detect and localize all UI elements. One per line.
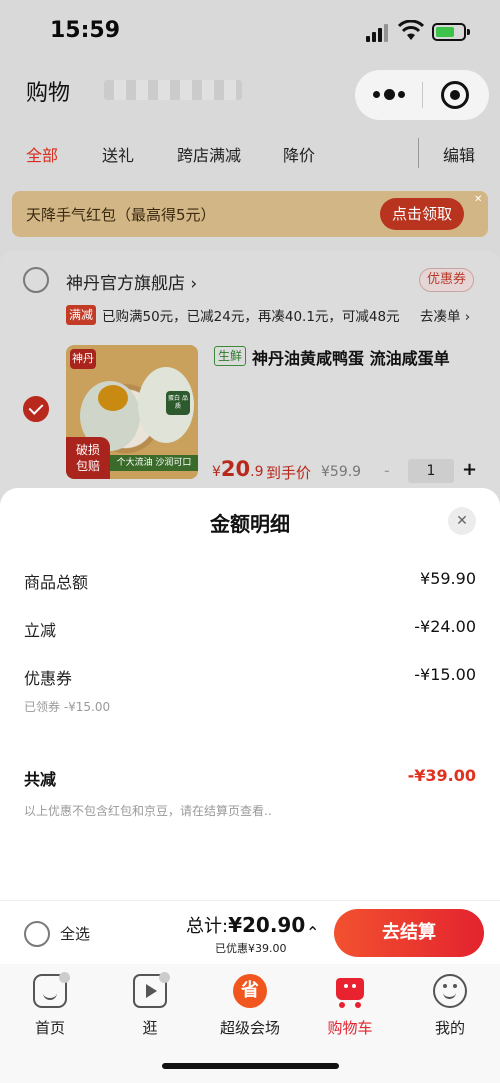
price-decimal: .9 bbox=[250, 464, 264, 480]
product-price: ¥20.9 bbox=[212, 457, 264, 481]
tab-price-drop[interactable]: 降价 bbox=[283, 142, 315, 166]
tab-gift[interactable]: 送礼 bbox=[102, 142, 134, 166]
close-icon[interactable]: ✕ bbox=[448, 507, 476, 535]
page-title: 购物 bbox=[26, 81, 71, 106]
select-all-label[interactable]: 全选 bbox=[60, 923, 90, 944]
yolk-shape bbox=[98, 385, 128, 411]
disclaimer-text: 以上优惠不包含红包和京豆，请在结算页查看.. bbox=[24, 804, 272, 818]
tab-super-venue[interactable]: 省 超级会场 bbox=[200, 974, 300, 1038]
play-icon bbox=[133, 972, 170, 1008]
quality-seal: 蛋白 品质 bbox=[166, 391, 190, 415]
tab-cross-store[interactable]: 跨店满减 bbox=[177, 142, 241, 166]
tab-all[interactable]: 全部 bbox=[26, 142, 58, 166]
fresh-tag: 生鲜 bbox=[214, 346, 247, 366]
shop-name[interactable]: 神丹官方旗舰店 › bbox=[66, 269, 197, 294]
quantity-increase-button[interactable]: + bbox=[462, 459, 477, 480]
gather-order-link[interactable]: 去凑单 › bbox=[420, 305, 470, 325]
cart-tabs: 全部 送礼 跨店满减 降价 编辑 bbox=[0, 130, 500, 174]
total-value: ¥20.90 bbox=[228, 913, 306, 937]
miniprogram-capsule[interactable] bbox=[355, 70, 489, 120]
promo-text: 已购满50元，已减24元，再凑40.1元，可减48元 bbox=[102, 309, 400, 325]
coupon-value: -¥15.00 bbox=[414, 665, 476, 684]
home-indicator bbox=[162, 1063, 339, 1069]
shop-card: 神丹官方旗舰店 › 优惠券 满减 已购满50元，已减24元，再凑40.1元，可减… bbox=[0, 251, 500, 511]
battery-icon bbox=[432, 23, 466, 41]
total-discount-value: -¥39.00 bbox=[407, 766, 476, 785]
tab-home[interactable]: 首页 bbox=[0, 972, 100, 1038]
price-currency: ¥ bbox=[212, 464, 221, 480]
sheet-title: 金额明细 bbox=[210, 512, 290, 536]
instant-discount-label: 立减 bbox=[24, 621, 57, 640]
notification-dot bbox=[159, 972, 170, 983]
badge-line: 包赔 bbox=[75, 459, 100, 473]
tab-profile[interactable]: 我的 bbox=[400, 974, 500, 1038]
instant-discount-value: -¥24.00 bbox=[414, 617, 476, 636]
banner-close-icon[interactable]: ✕ bbox=[474, 194, 482, 205]
subtotal-value: ¥59.90 bbox=[420, 569, 476, 588]
notification-dot bbox=[59, 972, 70, 983]
total-prefix: 总计: bbox=[186, 916, 229, 937]
promo-tag: 满减 bbox=[66, 305, 97, 325]
tab-label: 超级会场 bbox=[219, 1019, 280, 1037]
tab-label: 我的 bbox=[434, 1019, 465, 1037]
face-icon bbox=[433, 974, 467, 1008]
product-image[interactable]: 神丹 蛋白 品质 破损 包赔 个大流油 沙润可口 bbox=[66, 345, 198, 479]
product-checkbox[interactable] bbox=[23, 396, 49, 422]
battery-cap bbox=[467, 29, 470, 35]
tab-cart[interactable]: 购物车 bbox=[300, 974, 400, 1038]
image-slogan: 个大流油 沙润可口 bbox=[110, 455, 198, 471]
close-miniprogram-icon[interactable] bbox=[441, 81, 469, 109]
tab-browse[interactable]: 逛 bbox=[100, 972, 200, 1038]
claim-button[interactable]: 点击领取 bbox=[380, 198, 464, 230]
amount-detail-sheet: 金额明细 ✕ 商品总额 ¥59.90 立减 -¥24.00 优惠券 -¥15.0… bbox=[0, 488, 500, 900]
price-integer: 20 bbox=[220, 457, 251, 481]
red-packet-text: 天降手气红包（最高得5元） bbox=[26, 206, 216, 224]
total-price: 总计:¥20.90 bbox=[186, 912, 305, 938]
tab-divider bbox=[418, 138, 419, 168]
more-icon[interactable] bbox=[373, 89, 407, 101]
edit-button[interactable]: 编辑 bbox=[443, 142, 475, 166]
wifi-icon bbox=[398, 20, 424, 40]
brand-logo: 神丹 bbox=[70, 349, 96, 369]
red-packet-banner: 天降手气红包（最高得5元） 点击领取 ✕ bbox=[12, 191, 488, 237]
product-name[interactable]: 神丹油黄咸鸭蛋 流油咸蛋单 bbox=[252, 345, 450, 369]
super-venue-icon: 省 bbox=[233, 974, 267, 1008]
coupon-note: 已领券 -¥15.00 bbox=[24, 700, 111, 714]
tab-label: 首页 bbox=[34, 1019, 65, 1037]
home-icon bbox=[33, 972, 70, 1008]
shop-checkbox[interactable] bbox=[23, 267, 49, 293]
signal-icon bbox=[366, 24, 392, 42]
blurred-username bbox=[104, 80, 242, 100]
damage-guarantee-badge: 破损 包赔 bbox=[66, 437, 110, 479]
tab-label: 购物车 bbox=[327, 1019, 373, 1037]
select-all-checkbox[interactable] bbox=[24, 921, 50, 947]
coupon-tag[interactable]: 优惠券 bbox=[419, 268, 475, 292]
status-time: 15:59 bbox=[50, 18, 121, 43]
total-discount-label: 共减 bbox=[24, 770, 57, 789]
quantity-input[interactable]: 1 bbox=[408, 459, 454, 483]
tab-label: 逛 bbox=[142, 1019, 158, 1037]
cart-icon bbox=[332, 974, 368, 1008]
bottom-tab-bar: 首页 逛 省 超级会场 购物车 我的 bbox=[0, 964, 500, 1083]
quantity-decrease-button[interactable]: - bbox=[384, 461, 390, 480]
checkout-button[interactable]: 去结算 bbox=[334, 909, 484, 957]
saved-amount: 已优惠¥39.00 bbox=[215, 942, 287, 955]
checkout-bar: 全选 总计:¥20.90 已优惠¥39.00 ⌃ 去结算 bbox=[0, 900, 500, 964]
status-bar: 15:59 bbox=[0, 0, 500, 64]
capsule-divider bbox=[422, 82, 423, 108]
subtotal-label: 商品总额 bbox=[24, 573, 89, 592]
chevron-up-icon[interactable]: ⌃ bbox=[306, 923, 319, 942]
original-price: ¥59.9 bbox=[321, 464, 362, 480]
coupon-label: 优惠券 bbox=[24, 669, 73, 688]
price-label: 到手价 bbox=[266, 464, 312, 482]
badge-line: 破损 bbox=[75, 443, 100, 457]
